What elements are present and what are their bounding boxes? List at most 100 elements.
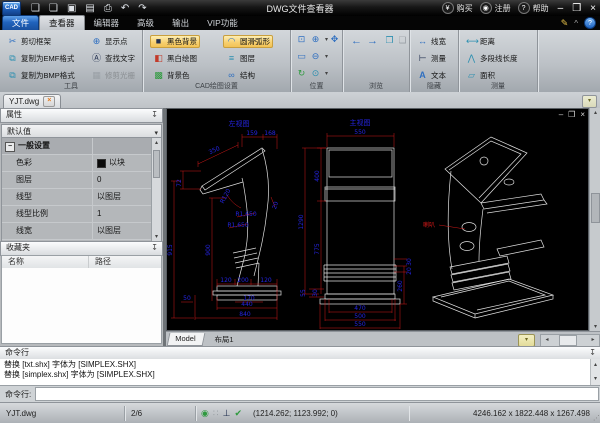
pin-icon[interactable]: ↧	[151, 109, 158, 121]
redo-icon[interactable]: ↷	[138, 3, 146, 14]
grid-toggle-icon[interactable]: ∷	[213, 408, 219, 419]
app-logo[interactable]: CAD	[2, 0, 21, 16]
snap-toggle-icon[interactable]: ◉	[201, 408, 209, 419]
command-line-entry: 替换 [txt.shx] 字体为 [SIMPLEX.SHX]	[4, 360, 137, 369]
hide-linewidth-button[interactable]: ↔ 线宽	[414, 35, 449, 48]
scroll-down-icon[interactable]: ▾	[590, 323, 600, 330]
tab-model[interactable]: Model	[166, 333, 206, 346]
find-text-button[interactable]: Ⓐ 查找文字	[88, 52, 138, 65]
measure-polyline-button[interactable]: ⋀ 多段线长度	[463, 52, 521, 65]
new-file-icon[interactable]: ❑	[31, 3, 40, 14]
pin-icon[interactable]: ↧	[151, 242, 158, 254]
close-button[interactable]: ×	[590, 3, 596, 14]
edit-toggle-icon[interactable]: ✔	[234, 408, 242, 419]
black-background-button[interactable]: ■ 黑色背景	[150, 35, 200, 48]
property-grid-scrollbar[interactable]: ▴ ▾	[151, 138, 161, 241]
help-small-icon[interactable]: ?	[584, 17, 596, 29]
command-input[interactable]	[35, 387, 599, 401]
nav-back-button[interactable]: ←	[348, 34, 365, 48]
property-row[interactable]: 线宽 以图层	[2, 223, 161, 240]
command-prompt-label: 命令行:	[5, 389, 32, 399]
doc-restore-icon[interactable]: ❒	[568, 110, 575, 119]
forward-arrow-icon: →	[367, 35, 378, 47]
status-coordinates: (1214.262; 1123.992; 0)	[247, 406, 409, 421]
ortho-toggle-icon[interactable]: ⊥	[223, 408, 231, 419]
smooth-arc-icon: ◠	[227, 36, 236, 46]
dim-label: R120	[219, 188, 233, 205]
status-filename: YJT.dwg	[0, 406, 125, 421]
layers-button[interactable]: ≡ 图层	[223, 52, 258, 65]
scroll-right-icon[interactable]: ▸	[587, 335, 599, 346]
tab-advanced[interactable]: 高级	[128, 16, 163, 30]
undo-icon[interactable]: ↶	[121, 3, 129, 14]
property-group-row[interactable]: − 一般设置	[2, 138, 161, 155]
distance-icon: ⟷	[466, 36, 479, 46]
ruler-icon: ⊢	[418, 53, 427, 63]
zoom-extent-button[interactable]: ⊙ ▾	[307, 68, 331, 79]
tab-list-chevron-icon[interactable]: ▾	[582, 95, 597, 108]
collapse-box-icon[interactable]: −	[5, 142, 15, 152]
cut-frame-button[interactable]: ✂ 剪切框架	[4, 35, 54, 48]
doc-minimize-icon[interactable]: –	[559, 110, 563, 119]
tab-file[interactable]: 文件	[2, 15, 40, 30]
tab-editor[interactable]: 编辑器	[85, 16, 129, 30]
measure-distance-button[interactable]: ⟷ 距离	[463, 35, 498, 48]
register-button[interactable]: ◉ 注册	[479, 2, 511, 14]
help-button[interactable]: ? 帮助	[517, 2, 549, 14]
zoom-extent-icon: ⊙	[311, 68, 320, 78]
page-view2-button[interactable]: ❏	[394, 35, 411, 46]
scroll-up-icon[interactable]: ▴	[590, 109, 600, 116]
property-row[interactable]: 图层 0	[2, 172, 161, 189]
left-view-title: 左视图	[229, 119, 250, 128]
hide-measure-button[interactable]: ⊢ 测量	[414, 52, 449, 65]
text-a-icon: A	[419, 70, 426, 80]
smooth-arc-button[interactable]: ◠ 圆滑弧形	[223, 35, 273, 48]
minimize-button[interactable]: –	[558, 3, 564, 14]
favorites-list[interactable]	[1, 268, 162, 344]
save-as-icon[interactable]: ▤	[85, 3, 94, 14]
show-points-button[interactable]: ⊕ 显示点	[88, 35, 131, 48]
canvas-vertical-scrollbar[interactable]: ▴ ▾	[589, 108, 600, 331]
open-file-icon[interactable]: ❏	[49, 3, 58, 14]
doc-close-icon[interactable]: ×	[580, 110, 585, 119]
tab-layout1[interactable]: 布局1	[204, 334, 243, 345]
scroll-left-icon[interactable]: ◂	[541, 335, 553, 346]
print-icon[interactable]: ⎙	[104, 3, 112, 14]
zoom-out-button[interactable]: ⊖ ▾	[307, 51, 331, 62]
pan-button[interactable]: ✥	[326, 34, 343, 45]
maximize-button[interactable]: ❒	[572, 3, 581, 14]
iso-annotation: 喇叭	[423, 221, 435, 229]
dim-label: 840	[239, 311, 251, 318]
pin-icon[interactable]: ↧	[589, 347, 596, 359]
copy-emf-button[interactable]: ⧉ 复制为EMF格式	[4, 52, 77, 65]
command-scrollbar[interactable]: ▴ ▾	[590, 359, 600, 385]
black-background-icon: ■	[155, 36, 162, 46]
save-icon[interactable]: ▣	[67, 3, 76, 14]
property-row[interactable]: 色彩 以块	[2, 155, 161, 172]
property-row[interactable]: 线型比例 1	[2, 206, 161, 223]
bw-drawing-button[interactable]: ◧ 黑白绘图	[150, 52, 200, 65]
refresh-icon: ↻	[297, 68, 306, 78]
dim-label: 50	[183, 295, 191, 302]
cut-icon: ✂	[8, 36, 17, 46]
back-arrow-icon: ←	[351, 35, 362, 47]
scrollbar-thumb[interactable]	[591, 193, 600, 223]
collapse-ribbon-icon[interactable]: ^	[574, 19, 578, 28]
command-history[interactable]: 替换 [txt.shx] 字体为 [SIMPLEX.SHX] 替换 [simpl…	[0, 359, 600, 386]
close-tab-icon[interactable]: ×	[43, 96, 56, 107]
cad-drawing[interactable]: – ❒ × 左视图 主视图 159 168 350 72 R120 20 R1,…	[166, 108, 589, 331]
tab-vip[interactable]: VIP功能	[198, 16, 247, 30]
style-pencil-icon[interactable]: ✎	[561, 18, 569, 29]
favorites-header: 收藏夹 ↧	[0, 241, 163, 256]
scrollbar-thumb[interactable]	[559, 335, 577, 346]
left-panel: 属性 ↧ 默认值 ▾ − 一般设置 色彩 以块 图层 0 线型 以图层 线型比例…	[0, 108, 163, 346]
property-row[interactable]: 线型 以图层	[2, 189, 161, 206]
zoom-out-icon: ⊖	[311, 51, 320, 61]
tab-viewer[interactable]: 查看器	[39, 15, 85, 30]
statusbar: YJT.dwg 2/6 ◉ ∷ ⊥ ✔ (1214.262; 1123.992;…	[0, 402, 600, 423]
resize-grip[interactable]: ⋰	[593, 414, 600, 422]
tab-output[interactable]: 输出	[163, 16, 198, 30]
nav-forward-button[interactable]: →	[364, 34, 381, 48]
document-tab[interactable]: YJT.dwg ×	[3, 94, 62, 108]
buy-button[interactable]: ¥ 购买	[441, 2, 473, 14]
